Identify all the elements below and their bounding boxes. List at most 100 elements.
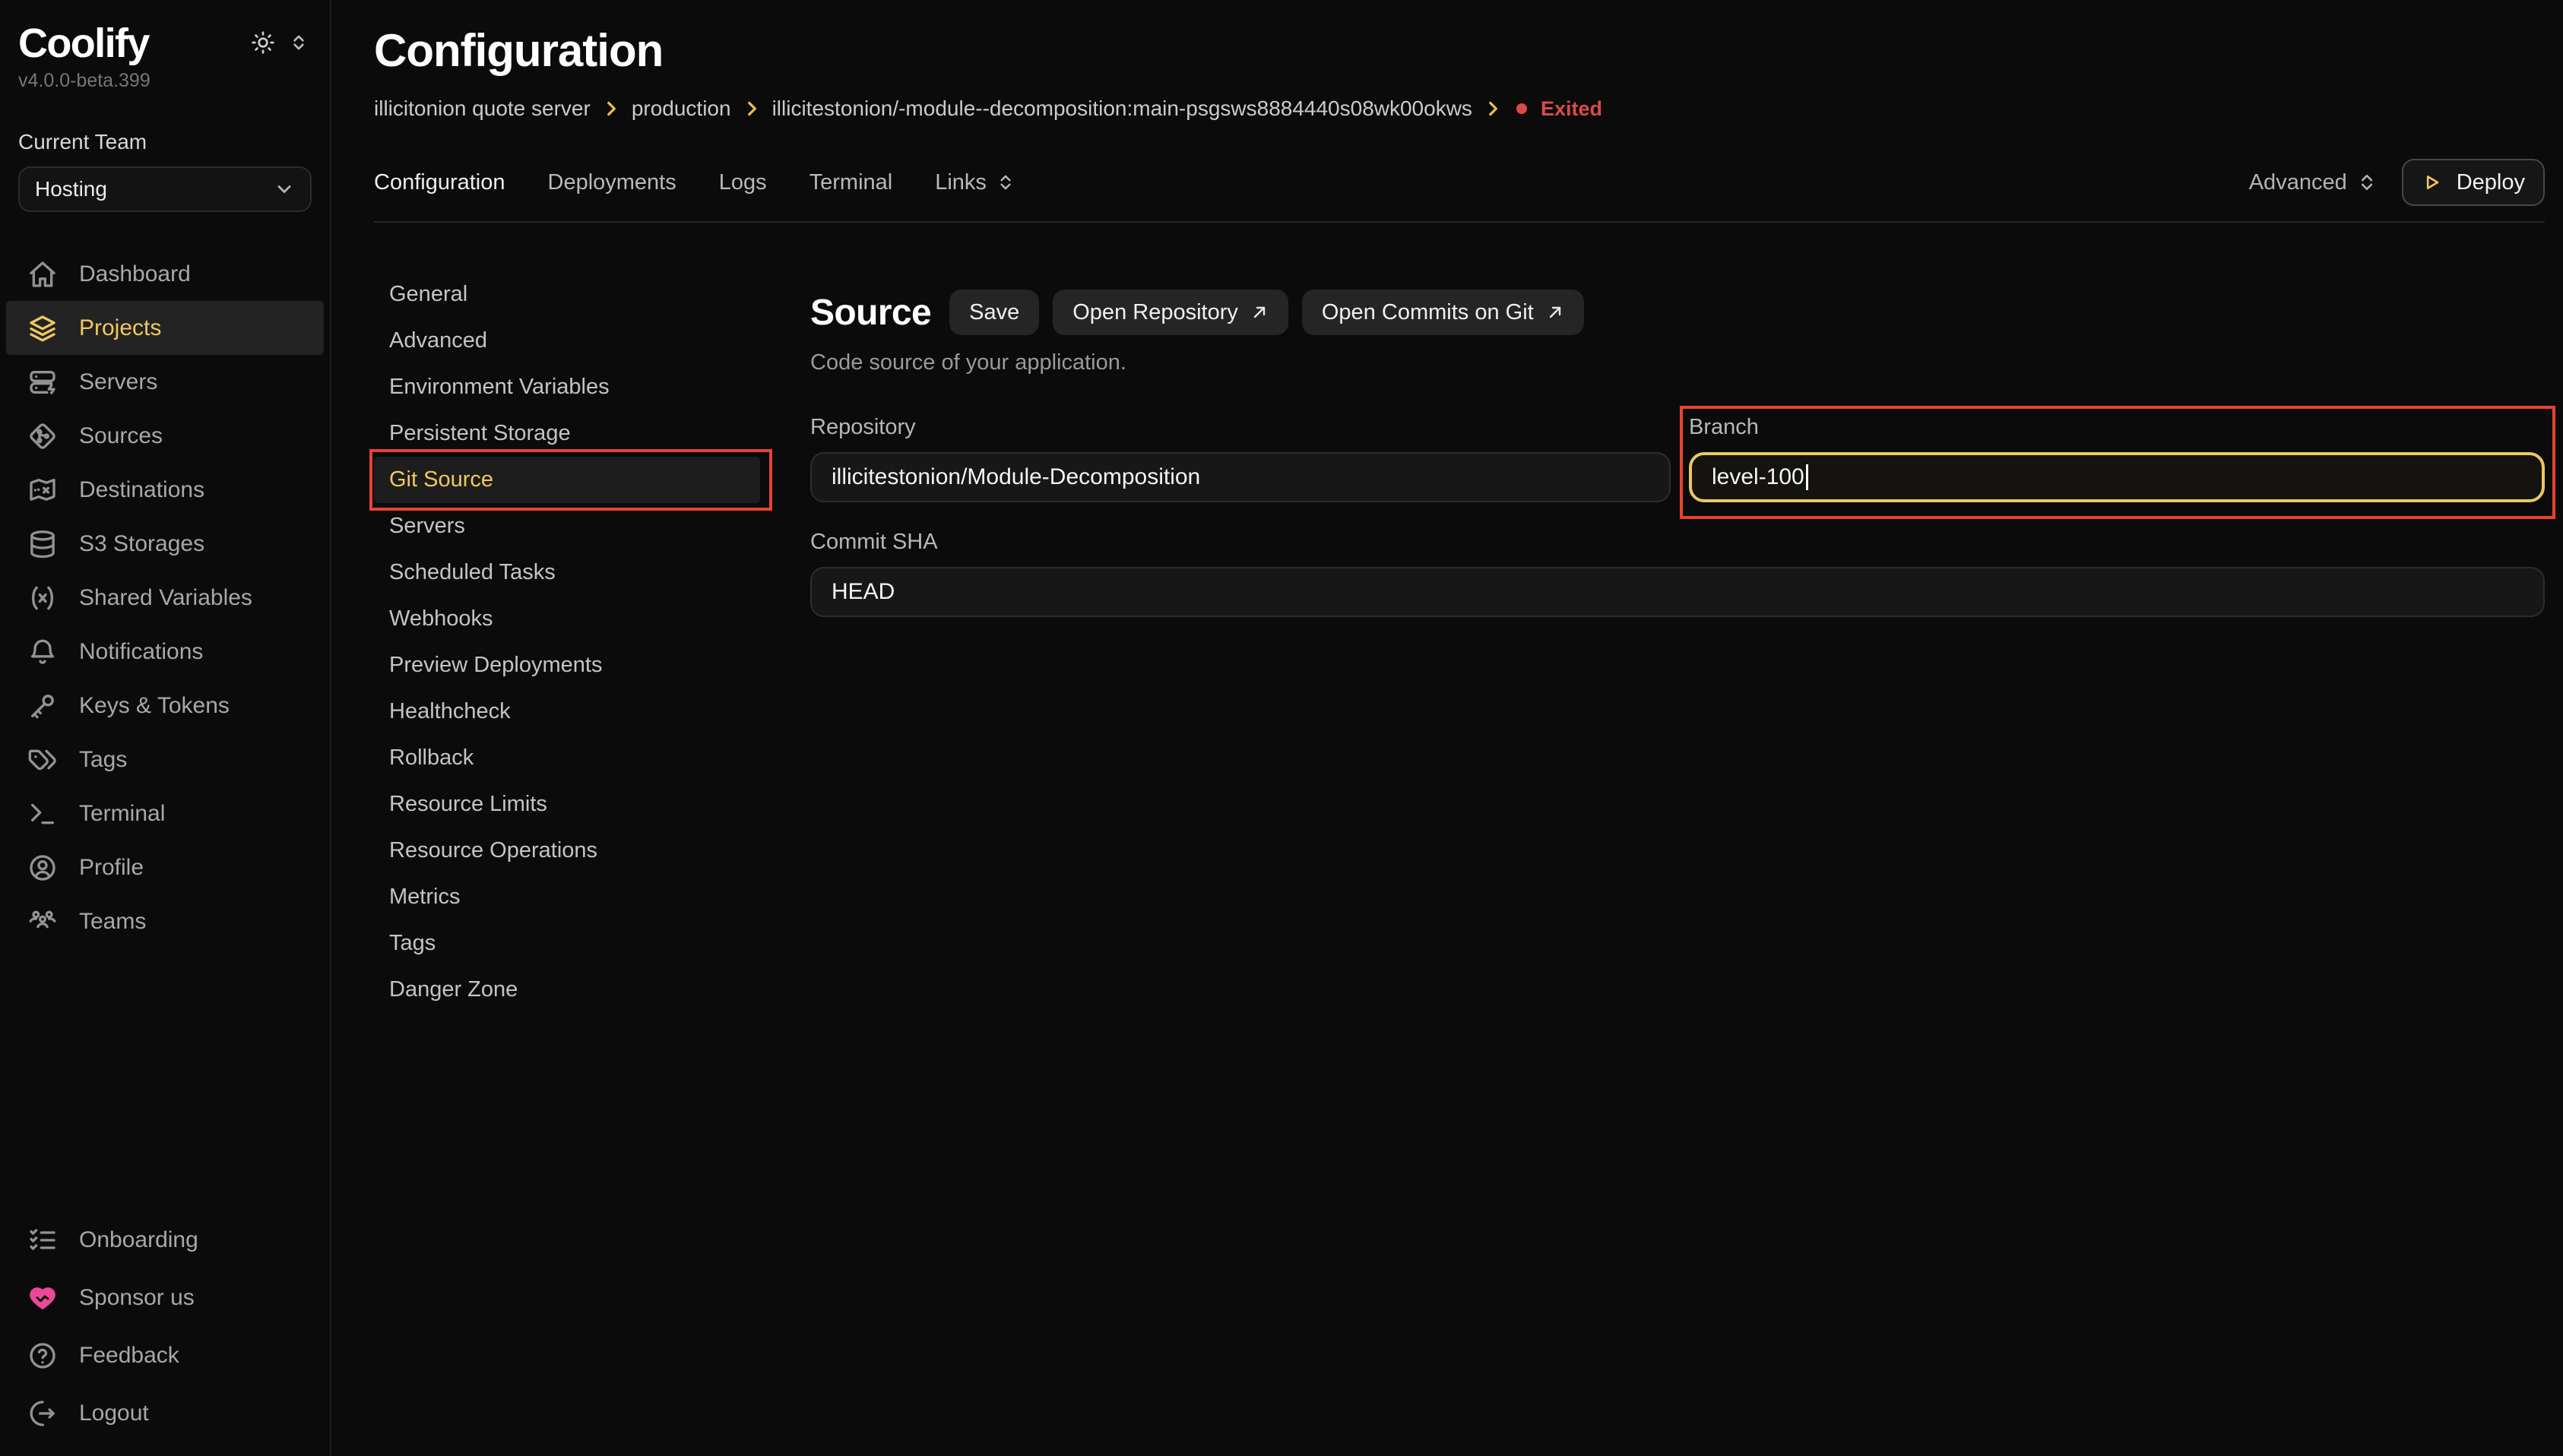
branch-field: Branch level-100: [1689, 415, 2545, 502]
sidebar-item-notifications[interactable]: Notifications: [6, 625, 324, 679]
subnav-item-resource-limits[interactable]: Resource Limits: [374, 781, 760, 828]
tabs: Configuration Deployments Logs Terminal Link…: [374, 170, 1015, 195]
subnav-item-servers[interactable]: Servers: [374, 503, 760, 549]
sidebar-item-label: Feedback: [79, 1343, 179, 1369]
sidebar-item-feedback[interactable]: Feedback: [6, 1327, 324, 1385]
sidebar-item-label: Onboarding: [79, 1227, 198, 1253]
home-icon: [27, 259, 58, 290]
users-icon: [27, 907, 58, 937]
open-commits-button[interactable]: Open Commits on Git: [1302, 290, 1584, 335]
branch-label: Branch: [1689, 415, 2545, 440]
breadcrumb-item-1[interactable]: production: [632, 97, 731, 121]
sidebar-item-projects[interactable]: Projects: [6, 301, 324, 355]
breadcrumb: illicitonion quote server production illic…: [374, 97, 2545, 121]
sidebar-item-label: Terminal: [79, 801, 165, 827]
sidebar-item-label: Teams: [79, 909, 146, 935]
save-button[interactable]: Save: [949, 290, 1039, 335]
user-circle-icon: [27, 853, 58, 883]
layers-icon: [27, 313, 58, 343]
main-area: Configuration illicitonion quote server p…: [331, 0, 2563, 1456]
advanced-dropdown[interactable]: Advanced: [2249, 170, 2378, 195]
sidebar-item-label: Servers: [79, 369, 157, 395]
app-logo: Coolify: [18, 20, 149, 67]
branch-input[interactable]: level-100: [1689, 452, 2545, 502]
sidebar-item-dashboard[interactable]: Dashboard: [6, 247, 324, 301]
sidebar-item-profile[interactable]: Profile: [6, 840, 324, 894]
advanced-label: Advanced: [2249, 170, 2347, 195]
subnav-item-danger-zone[interactable]: Danger Zone: [374, 967, 760, 1013]
deploy-button[interactable]: Deploy: [2402, 159, 2545, 206]
braces-x-icon: [27, 583, 58, 613]
tab-links[interactable]: Links: [935, 170, 1015, 195]
tabs-row: Configuration Deployments Logs Terminal Link…: [374, 159, 2545, 223]
heart-hands-icon: [27, 1283, 58, 1313]
subnav-item-healthcheck[interactable]: Healthcheck: [374, 688, 760, 735]
theme-chevrons-up-down-icon[interactable]: [289, 33, 309, 52]
bell-icon: [27, 637, 58, 667]
sidebar-item-teams[interactable]: Teams: [6, 894, 324, 948]
open-repository-button[interactable]: Open Repository: [1053, 290, 1288, 335]
list-checks-icon: [27, 1225, 58, 1255]
status-badge: Exited: [1513, 97, 1602, 121]
tab-terminal[interactable]: Terminal: [809, 170, 893, 195]
key-icon: [27, 691, 58, 721]
tab-logs[interactable]: Logs: [719, 170, 767, 195]
chevron-right-icon: [601, 99, 621, 119]
commit-sha-input[interactable]: HEAD: [810, 567, 2545, 617]
status-label: Exited: [1541, 97, 1602, 121]
sidebar-item-sponsor-us[interactable]: Sponsor us: [6, 1269, 324, 1327]
section-description: Code source of your application.: [810, 350, 2545, 375]
subnav-item-preview-deployments[interactable]: Preview Deployments: [374, 642, 760, 688]
sidebar-item-terminal[interactable]: Terminal: [6, 787, 324, 840]
subnav-item-metrics[interactable]: Metrics: [374, 874, 760, 920]
sidebar-item-label: Destinations: [79, 477, 204, 503]
section-heading: Source: [810, 292, 931, 334]
subnav-item-environment-variables[interactable]: Environment Variables: [374, 364, 760, 410]
team-select[interactable]: Hosting: [18, 166, 312, 212]
sidebar-item-shared-variables[interactable]: Shared Variables: [6, 571, 324, 625]
sidebar-item-onboarding[interactable]: Onboarding: [6, 1211, 324, 1269]
sidebar-item-label: Sponsor us: [79, 1285, 195, 1311]
sidebar-item-label: Projects: [79, 315, 161, 341]
breadcrumb-item-0[interactable]: illicitonion quote server: [374, 97, 591, 121]
sidebar-item-keys-and-tokens[interactable]: Keys & Tokens: [6, 679, 324, 733]
chevrons-up-down-icon: [2356, 172, 2378, 193]
team-select-value: Hosting: [35, 177, 107, 201]
tab-configuration[interactable]: Configuration: [374, 170, 505, 195]
sidebar-item-destinations[interactable]: Destinations: [6, 463, 324, 517]
sidebar-footer: Onboarding Sponsor us Feedback Logout: [0, 1211, 330, 1442]
external-link-icon: [1250, 303, 1269, 321]
repository-label: Repository: [810, 415, 1671, 440]
breadcrumb-item-2[interactable]: illicitestonion/-module--decomposition:m…: [772, 97, 1472, 121]
subnav-item-resource-operations[interactable]: Resource Operations: [374, 828, 760, 874]
sidebar: Coolify v4.0.0-beta.399 Current Team Hos…: [0, 0, 331, 1456]
sidebar-item-logout[interactable]: Logout: [6, 1385, 324, 1442]
subnav-item-scheduled-tasks[interactable]: Scheduled Tasks: [374, 549, 760, 596]
tab-deployments[interactable]: Deployments: [548, 170, 676, 195]
sidebar-item-servers[interactable]: Servers: [6, 355, 324, 409]
current-team-label: Current Team: [0, 130, 330, 154]
chevrons-up-down-icon: [996, 173, 1015, 192]
sidebar-item-label: Tags: [79, 747, 127, 773]
subnav-item-rollback[interactable]: Rollback: [374, 735, 760, 781]
deploy-label: Deploy: [2457, 170, 2525, 195]
terminal-icon: [27, 799, 58, 829]
sidebar-item-label: Notifications: [79, 639, 203, 665]
sidebar-item-tags[interactable]: Tags: [6, 733, 324, 787]
subnav-item-tags[interactable]: Tags: [374, 920, 760, 967]
subnav-item-webhooks[interactable]: Webhooks: [374, 596, 760, 642]
subnav-item-advanced[interactable]: Advanced: [374, 318, 760, 364]
play-icon: [2422, 172, 2443, 193]
app-version: v4.0.0-beta.399: [0, 70, 330, 92]
sidebar-item-s3-storages[interactable]: S3 Storages: [6, 517, 324, 571]
subnav-item-git-source[interactable]: Git Source: [374, 457, 760, 503]
settings-subnav: GeneralAdvancedEnvironment VariablesPers…: [374, 271, 810, 1013]
sidebar-item-sources[interactable]: Sources: [6, 409, 324, 463]
sidebar-item-label: Keys & Tokens: [79, 693, 230, 719]
annotation-box-branch: Branch level-100: [1680, 406, 2555, 519]
status-dot-icon: [1513, 100, 1530, 117]
repository-input[interactable]: illicitestonion/Module-Decomposition: [810, 452, 1671, 502]
sidebar-item-label: Shared Variables: [79, 585, 252, 611]
theme-toggle-sun-icon[interactable]: [251, 30, 275, 55]
subnav-item-general[interactable]: General: [374, 271, 760, 318]
